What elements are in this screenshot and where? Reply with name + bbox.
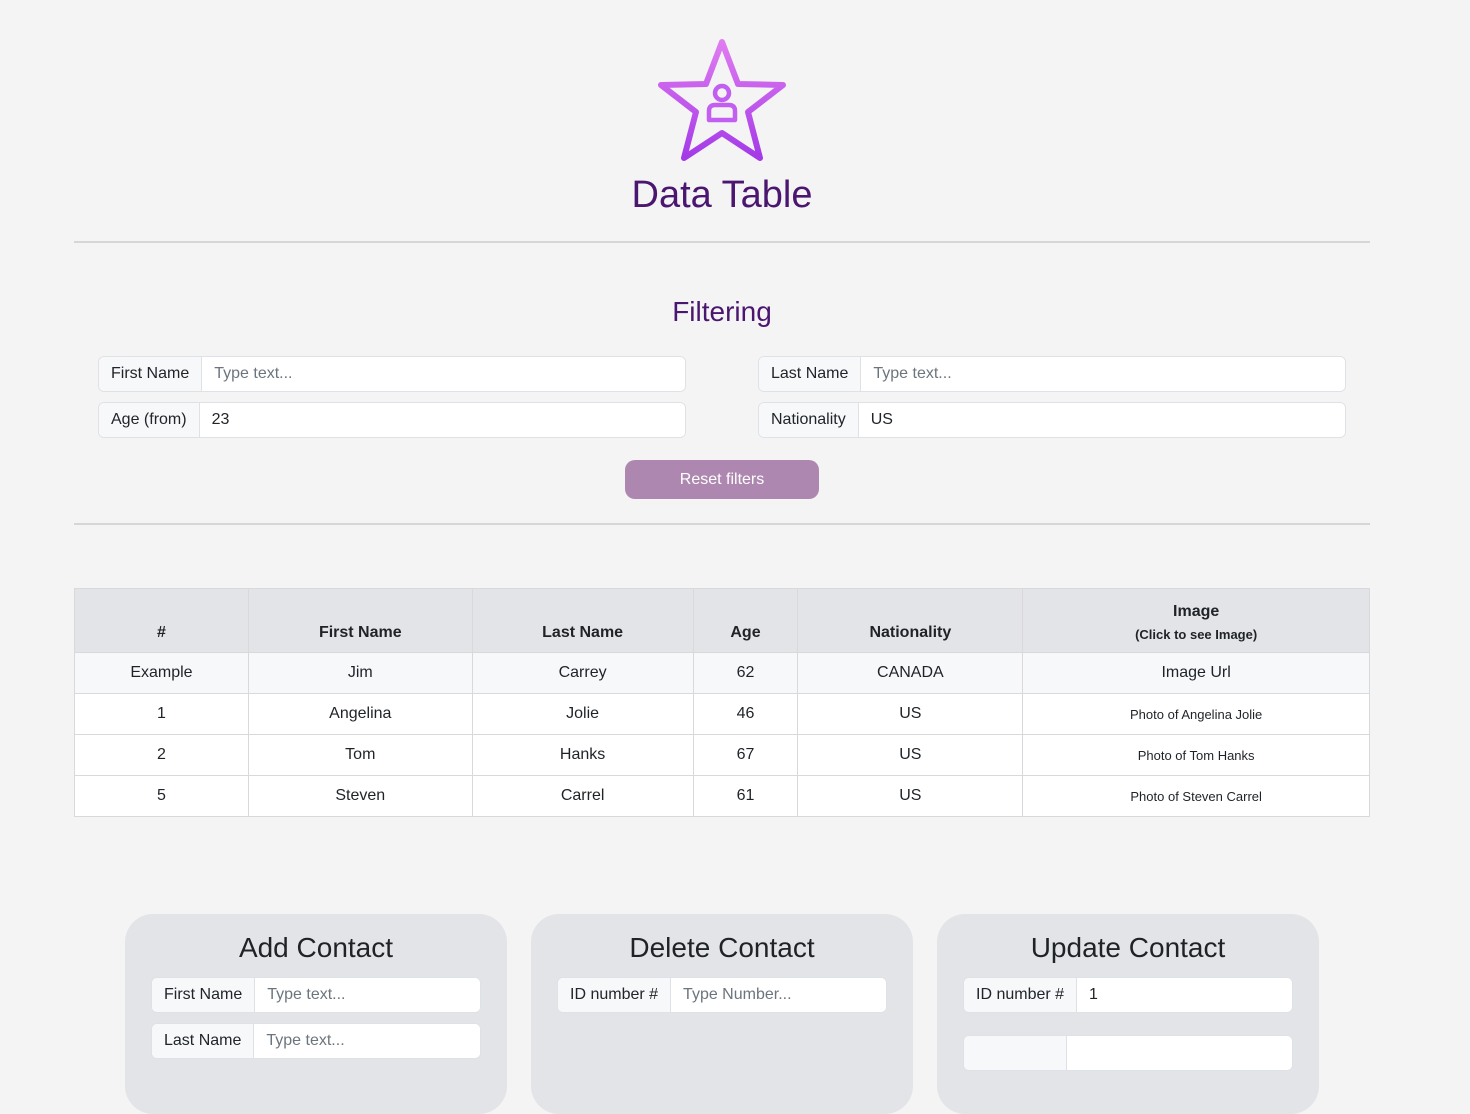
cell-first-name: Angelina — [247, 693, 473, 735]
age-from-filter-input[interactable] — [199, 403, 685, 437]
delete-id-input[interactable] — [671, 978, 886, 1012]
cell-last-name: Jolie — [471, 693, 694, 735]
column-header-age: Age — [692, 588, 799, 653]
table-example-row: Example Jim Carrey 62 CANADA Image Url — [74, 652, 1370, 694]
update-next-field — [963, 1035, 1293, 1071]
add-last-name-field: Last Name — [151, 1023, 481, 1059]
divider — [74, 523, 1370, 525]
add-last-name-label: Last Name — [152, 1024, 255, 1058]
cell-last-name: Carrel — [471, 775, 694, 817]
update-id-label: ID number # — [964, 978, 1078, 1012]
last-name-filter-label: Last Name — [759, 357, 862, 391]
cell-nationality: US — [797, 775, 1024, 817]
cell-last-name: Carrey — [471, 652, 694, 694]
cell-num: 5 — [74, 775, 249, 817]
add-contact-card: Add Contact First Name Last Name — [125, 914, 507, 1114]
data-table: # First Name Last Name Age Nationality I… — [74, 588, 1370, 817]
table-row: 1 Angelina Jolie 46 US Photo of Angelina… — [74, 693, 1370, 735]
column-header-nationality: Nationality — [797, 588, 1024, 653]
add-contact-title: Add Contact — [238, 932, 394, 963]
cell-num: Example — [74, 652, 249, 694]
cell-age: 67 — [692, 734, 799, 776]
update-contact-title: Update Contact — [1030, 932, 1226, 963]
reset-filters-button[interactable]: Reset filters — [625, 460, 819, 499]
first-name-filter-label: First Name — [99, 357, 203, 391]
add-first-name-field: First Name — [151, 977, 481, 1013]
last-name-filter-input[interactable] — [861, 357, 1345, 391]
cell-image-link[interactable]: Photo of Steven Carrel — [1022, 775, 1370, 817]
nationality-filter: Nationality — [758, 402, 1346, 438]
table-row: 2 Tom Hanks 67 US Photo of Tom Hanks — [74, 734, 1370, 776]
age-from-filter-label: Age (from) — [99, 403, 200, 437]
nationality-filter-input[interactable] — [858, 403, 1345, 437]
update-next-input[interactable] — [1067, 1036, 1292, 1070]
cell-nationality: US — [797, 693, 1024, 735]
add-first-name-input[interactable] — [255, 978, 480, 1012]
age-from-filter: Age (from) — [98, 402, 686, 438]
update-next-label — [964, 1036, 1067, 1070]
cell-nationality: CANADA — [797, 652, 1024, 694]
first-name-filter: First Name — [98, 356, 686, 392]
filtering-title: Filtering — [672, 296, 772, 327]
cell-image: Image Url — [1022, 652, 1370, 694]
delete-id-label: ID number # — [558, 978, 672, 1012]
delete-contact-title: Delete Contact — [629, 932, 815, 963]
star-user-icon — [654, 36, 790, 166]
column-header-num: # — [74, 588, 249, 653]
column-header-image-label: Image — [1173, 603, 1220, 620]
column-header-first-name: First Name — [247, 588, 473, 653]
delete-contact-card: Delete Contact ID number # — [531, 914, 913, 1114]
last-name-filter: Last Name — [758, 356, 1346, 392]
column-header-last-name: Last Name — [471, 588, 694, 653]
column-header-image-hint: (Click to see Image) — [1135, 627, 1258, 642]
cell-age: 61 — [692, 775, 799, 817]
table-row: 5 Steven Carrel 61 US Photo of Steven Ca… — [74, 775, 1370, 817]
update-id-input[interactable] — [1077, 978, 1292, 1012]
cell-num: 2 — [74, 734, 249, 776]
cell-first-name: Jim — [247, 652, 473, 694]
cell-last-name: Hanks — [471, 734, 694, 776]
add-first-name-label: First Name — [152, 978, 256, 1012]
cell-age: 46 — [692, 693, 799, 735]
table-header-row: # First Name Last Name Age Nationality I… — [74, 588, 1370, 653]
cell-age: 62 — [692, 652, 799, 694]
cell-first-name: Tom — [247, 734, 473, 776]
divider — [74, 241, 1370, 243]
update-contact-card: Update Contact ID number # — [937, 914, 1319, 1114]
cell-image-link[interactable]: Photo of Angelina Jolie — [1022, 693, 1370, 735]
nationality-filter-label: Nationality — [759, 403, 859, 437]
cell-image-link[interactable]: Photo of Tom Hanks — [1022, 734, 1370, 776]
cell-first-name: Steven — [247, 775, 473, 817]
column-header-image: Image (Click to see Image) — [1022, 588, 1370, 653]
page-title: Data Table — [631, 174, 813, 216]
add-last-name-input[interactable] — [254, 1024, 480, 1058]
delete-id-field: ID number # — [557, 977, 887, 1013]
cell-nationality: US — [797, 734, 1024, 776]
first-name-filter-input[interactable] — [202, 357, 685, 391]
update-id-field: ID number # — [963, 977, 1293, 1013]
cell-num: 1 — [74, 693, 249, 735]
